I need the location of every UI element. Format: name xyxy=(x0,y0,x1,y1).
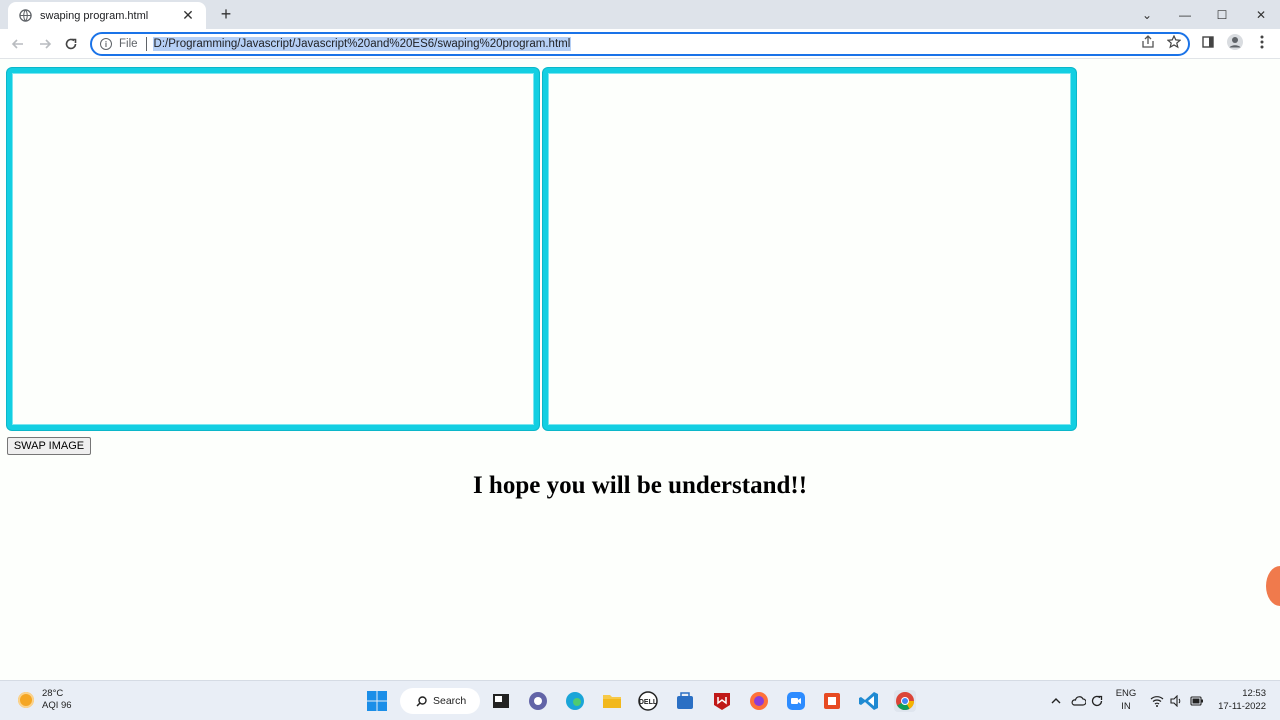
vscode-icon[interactable] xyxy=(858,690,880,712)
dell-icon[interactable]: DELL xyxy=(637,690,659,712)
chrome-icon[interactable] xyxy=(894,690,916,712)
folder-icon[interactable] xyxy=(601,690,623,712)
onedrive-icon[interactable] xyxy=(1070,681,1086,720)
search-icon xyxy=(416,695,427,707)
reload-icon[interactable] xyxy=(61,34,81,54)
language-indicator[interactable]: ENG IN xyxy=(1113,687,1139,713)
svg-text:DELL: DELL xyxy=(639,699,658,706)
window-close-icon[interactable]: ✕ xyxy=(1242,0,1280,29)
file-explorer-icon[interactable] xyxy=(490,690,512,712)
search-label: Search xyxy=(433,695,467,707)
omnibox-divider xyxy=(145,37,147,51)
weather-widget[interactable]: 28°C AQI 96 xyxy=(18,688,72,712)
tab-strip: swaping program.html ✕ + ⌄ — ☐ ✕ xyxy=(0,0,1280,29)
new-tab-button[interactable]: + xyxy=(216,4,236,24)
windows-start-icon[interactable] xyxy=(366,690,388,712)
back-arrow-icon[interactable] xyxy=(8,34,28,54)
menu-kebab-icon[interactable] xyxy=(1254,34,1270,50)
language-line1: ENG xyxy=(1115,688,1137,699)
tab-close-icon[interactable]: ✕ xyxy=(180,7,196,24)
edge-icon[interactable] xyxy=(564,690,586,712)
image-right xyxy=(543,68,1076,430)
temperature: 28°C xyxy=(42,688,64,699)
wifi-icon[interactable] xyxy=(1150,681,1164,720)
teams-chat-icon[interactable] xyxy=(527,690,549,712)
sync-icon[interactable] xyxy=(1090,681,1104,720)
address-bar[interactable]: i File D:/Programming/Javascript/Javascr… xyxy=(90,32,1190,56)
zoom-icon[interactable] xyxy=(785,690,807,712)
scheme-label: File xyxy=(119,38,138,50)
clock-date: 17-11-2022 xyxy=(1218,701,1266,712)
maximize-icon[interactable]: ☐ xyxy=(1203,0,1241,29)
office-icon[interactable] xyxy=(821,690,843,712)
taskbar-search[interactable]: Search xyxy=(400,688,480,714)
swap-image-button[interactable]: SWAP IMAGE xyxy=(7,437,91,455)
url-text[interactable]: D:/Programming/Javascript/Javascript%20a… xyxy=(152,37,572,51)
tab-search-icon[interactable]: ⌄ xyxy=(1128,0,1166,29)
tab-title: swaping program.html xyxy=(40,9,149,22)
weather-sun-icon xyxy=(18,692,34,708)
bookmark-star-icon[interactable] xyxy=(1166,34,1182,50)
info-icon[interactable]: i xyxy=(100,38,112,50)
volume-icon[interactable] xyxy=(1170,681,1183,720)
store-icon[interactable] xyxy=(674,690,696,712)
firefox-icon[interactable] xyxy=(748,690,770,712)
system-clock[interactable]: 12:53 17-11-2022 xyxy=(1214,687,1266,713)
browser-tab[interactable]: swaping program.html ✕ xyxy=(8,2,206,29)
language-line2: IN xyxy=(1121,701,1131,712)
floating-widget[interactable] xyxy=(1266,566,1280,606)
globe-icon xyxy=(18,9,32,23)
tray-overflow-icon[interactable] xyxy=(1050,681,1062,720)
mcafee-icon[interactable] xyxy=(711,690,733,712)
browser-toolbar: i File D:/Programming/Javascript/Javascr… xyxy=(0,29,1280,59)
profile-avatar-icon[interactable] xyxy=(1227,34,1243,50)
aqi: AQI 96 xyxy=(42,700,72,711)
battery-icon[interactable] xyxy=(1190,681,1204,720)
side-panel-icon[interactable] xyxy=(1200,34,1216,50)
forward-arrow-icon[interactable] xyxy=(35,34,55,54)
page-message: I hope you will be understand!! xyxy=(472,472,808,499)
image-left xyxy=(7,68,539,430)
share-icon[interactable] xyxy=(1140,34,1156,50)
clock-time: 12:53 xyxy=(1242,688,1266,699)
taskbar: 28°C AQI 96 Search DELL ENG IN 12:53 17-… xyxy=(0,680,1280,720)
minimize-icon[interactable]: — xyxy=(1166,0,1204,29)
